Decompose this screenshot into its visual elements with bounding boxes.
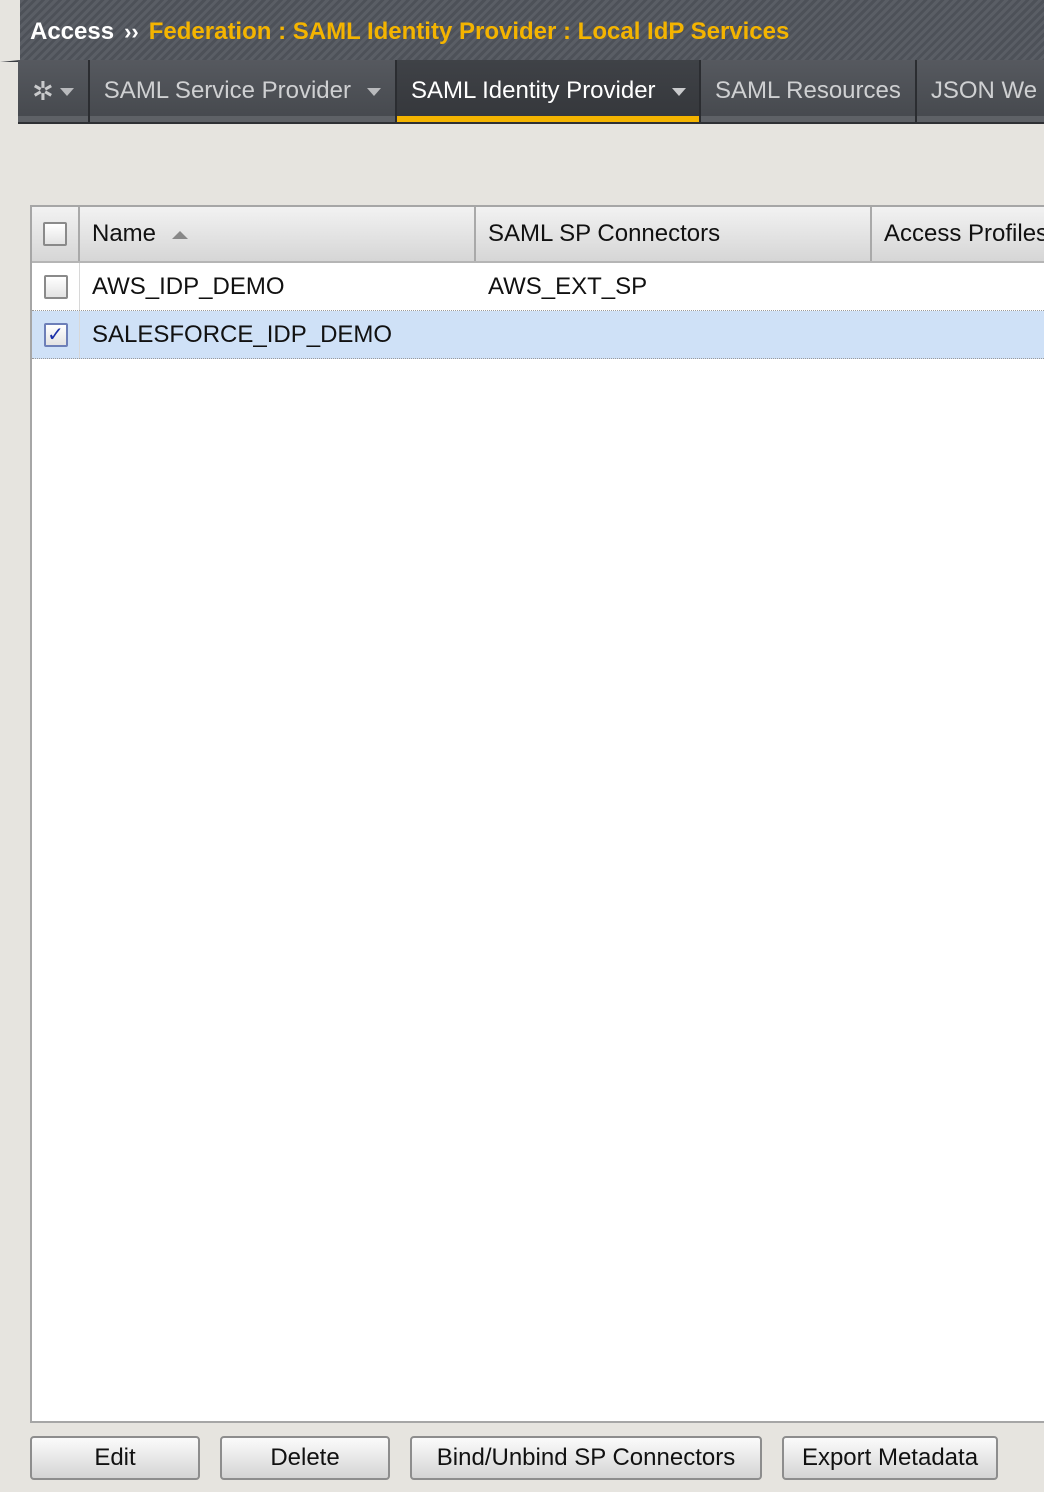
tab-json-web[interactable]: JSON We [916,60,1044,122]
sort-ascending-icon [172,231,189,239]
cell-saml-sp-connectors: AWS_EXT_SP [488,272,648,300]
bind-unbind-sp-connectors-button[interactable]: Bind/Unbind SP Connectors [410,1436,762,1480]
column-header-access-profiles[interactable]: Access Profiles [872,207,1044,261]
delete-button[interactable]: Delete [220,1436,390,1480]
table-header: Name SAML SP Connectors Access Profiles [32,207,1044,263]
tab-label: SAML Resources [715,77,901,104]
chevron-down-icon [671,88,686,96]
row-checkbox-cell [32,263,80,310]
column-header-saml-sp-connectors[interactable]: SAML SP Connectors [476,207,872,261]
column-header-label: Name [92,220,157,247]
row-checkbox[interactable] [43,274,68,299]
select-all-checkbox[interactable] [43,222,67,246]
export-metadata-button[interactable]: Export Metadata [782,1436,998,1480]
row-checkbox[interactable]: ✓ [43,322,68,347]
cell-access-profiles [872,311,1044,358]
breadcrumb-path: Federation : SAML Identity Provider : Lo… [148,18,790,45]
column-header-label: SAML SP Connectors [488,220,721,247]
breadcrumb-root[interactable]: Access [30,18,114,45]
cell-name[interactable]: SALESFORCE_IDP_DEMO [80,311,476,358]
gear-icon: ✲ [32,75,54,106]
tab-gear-menu[interactable]: ✲ [18,60,90,122]
breadcrumb-bar: Access ›› Federation : SAML Identity Provi… [0,0,1044,62]
row-checkbox-cell: ✓ [32,311,80,358]
table-row[interactable]: AWS_IDP_DEMO AWS_EXT_SP [32,263,1044,311]
breadcrumb: Access ›› Federation : SAML Identity Provi… [30,18,789,46]
tab-label: SAML Identity Provider [411,77,656,104]
chevron-down-icon [367,88,381,96]
tab-bar: ✲ SAML Service Provider SAML Identity Pr… [18,60,1044,124]
chevron-down-icon [59,88,74,96]
tab-saml-resources[interactable]: SAML Resources [701,60,917,122]
cell-name[interactable]: AWS_IDP_DEMO [80,263,476,310]
column-header-name[interactable]: Name [80,207,476,261]
header-checkbox-cell [32,207,80,261]
cell-saml-sp-connectors [476,311,872,358]
tab-saml-identity-provider[interactable]: SAML Identity Provider [397,60,701,122]
edit-button[interactable]: Edit [30,1436,200,1480]
tab-label: SAML Service Provider [103,77,351,104]
idp-services-table: Name SAML SP Connectors Access Profiles … [30,205,1044,1423]
column-header-label: Access Profiles [884,220,1044,247]
breadcrumb-separator: ›› [124,19,139,44]
tab-label: JSON We [930,77,1038,104]
tab-saml-service-provider[interactable]: SAML Service Provider [89,60,397,122]
cell-access-profiles [872,263,1044,310]
checkmark-icon: ✓ [47,323,64,346]
table-row[interactable]: ✓ SALESFORCE_IDP_DEMO [32,311,1044,359]
